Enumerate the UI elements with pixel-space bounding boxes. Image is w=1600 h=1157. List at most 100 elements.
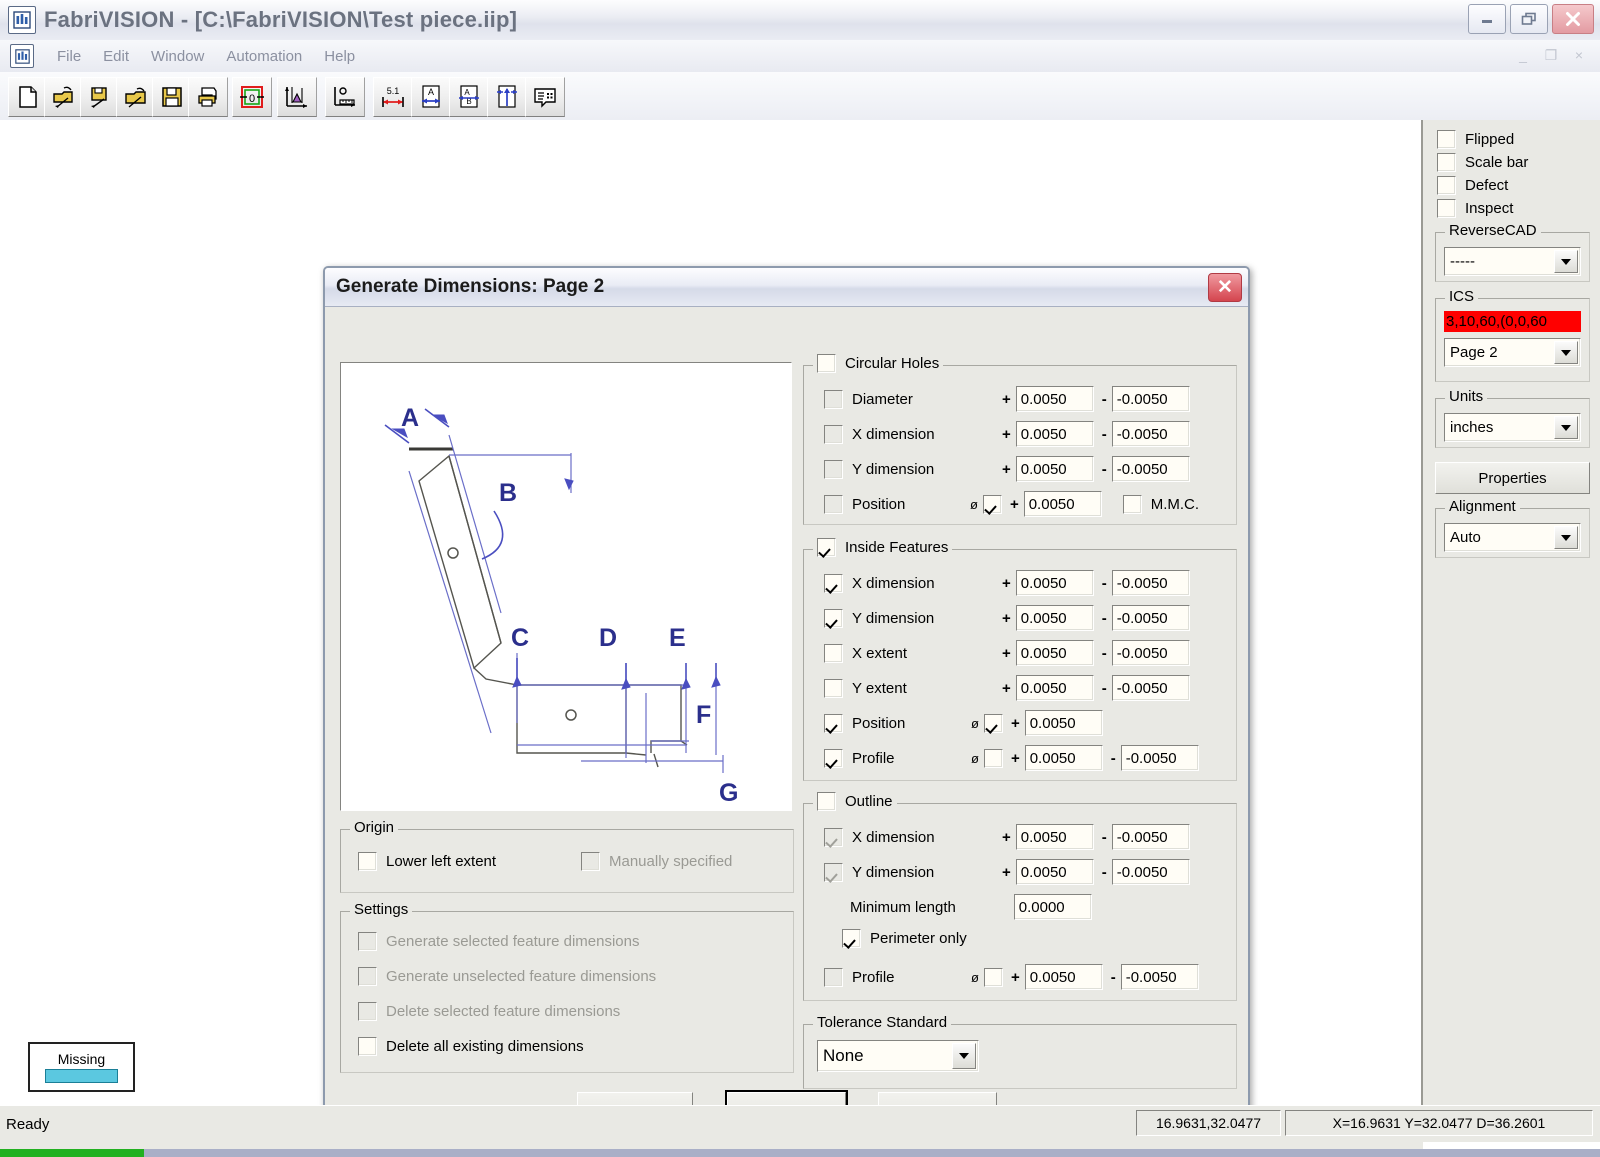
open-file-icon[interactable] <box>116 77 156 117</box>
inside-y-dimension-minus-field[interactable]: -0.0050 <box>1112 605 1190 631</box>
mdi-minimize-button[interactable]: _ <box>1510 44 1536 66</box>
checkbox-flipped[interactable]: Flipped <box>1437 130 1600 149</box>
checkbox-scale-bar[interactable]: Scale bar <box>1437 153 1600 172</box>
inspect-checkbox[interactable] <box>1437 199 1456 218</box>
inside-y-dimension-checkbox[interactable] <box>824 609 843 628</box>
inside-y-extent-checkbox[interactable] <box>824 679 843 698</box>
outline-y-dimension-minus-field[interactable]: -0.0050 <box>1112 859 1190 885</box>
chevron-down-icon[interactable] <box>1554 341 1578 364</box>
circular-x-dimension-minus-field[interactable]: -0.0050 <box>1112 421 1190 447</box>
circular-diameter-minus-field[interactable]: -0.0050 <box>1112 386 1190 412</box>
circular-x-dimension-plus-field[interactable]: 0.0050 <box>1016 421 1094 447</box>
inside-features-checkbox[interactable] <box>817 538 836 557</box>
outline-y-dimension-plus-field[interactable]: 0.0050 <box>1016 859 1094 885</box>
circular-holes-checkbox[interactable] <box>817 354 836 373</box>
checkbox-perimeter-only[interactable]: Perimeter only <box>842 929 967 948</box>
print-icon[interactable] <box>188 77 228 117</box>
properties-button[interactable]: Properties <box>1435 462 1590 494</box>
defect-checkbox[interactable] <box>1437 176 1456 195</box>
linear-dimension-icon[interactable]: 5.1 <box>373 77 413 117</box>
outline-profile-minus-field[interactable]: -0.0050 <box>1121 964 1199 990</box>
inside-profile-diameter-checkbox[interactable] <box>984 749 1003 768</box>
vertical-dimension-icon[interactable] <box>487 77 527 117</box>
circular-y-dimension-minus-field[interactable]: -0.0050 <box>1112 456 1190 482</box>
outline-profile-plus-field[interactable]: 0.0050 <box>1025 964 1103 990</box>
zero-part-icon[interactable]: 0 <box>232 77 272 117</box>
outline-group-toggle[interactable]: Outline <box>813 792 897 811</box>
flipped-checkbox[interactable] <box>1437 130 1456 149</box>
document-logo-icon[interactable] <box>10 44 34 68</box>
ics-page-dropdown[interactable]: Page 2 <box>1444 338 1581 367</box>
circular-y-dimension-plus-field[interactable]: 0.0050 <box>1016 456 1094 482</box>
outline-profile-diameter-checkbox[interactable] <box>984 968 1003 987</box>
new-document-icon[interactable] <box>8 77 48 117</box>
inside-position-diameter-checkbox[interactable] <box>984 714 1003 733</box>
drawing-preview[interactable]: A B C D E F G <box>340 362 792 811</box>
reversecad-dropdown[interactable]: ----- <box>1444 247 1581 276</box>
feature-dimension-icon[interactable]: A B <box>449 77 489 117</box>
circular-position-plus-field[interactable]: 0.0050 <box>1024 491 1102 517</box>
chevron-down-icon[interactable] <box>1554 250 1578 273</box>
menu-item-file[interactable]: File <box>46 46 92 67</box>
inside-y-dimension-plus-field[interactable]: 0.0050 <box>1016 605 1094 631</box>
chevron-down-icon[interactable] <box>952 1043 976 1069</box>
inside-profile-minus-field[interactable]: -0.0050 <box>1121 745 1199 771</box>
inside-position-checkbox[interactable] <box>824 714 843 733</box>
circular-position-diameter-checkbox[interactable] <box>983 495 1002 514</box>
open-scan-icon[interactable] <box>44 77 84 117</box>
inside-x-extent-minus-field[interactable]: -0.0050 <box>1112 640 1190 666</box>
missing-badge[interactable]: Missing <box>28 1042 135 1092</box>
units-dropdown[interactable]: inches <box>1444 413 1581 442</box>
circular-diameter-plus-field[interactable]: 0.0050 <box>1016 386 1094 412</box>
minimum-length-field[interactable]: 0.0000 <box>1014 894 1092 920</box>
minimize-button[interactable] <box>1468 4 1506 34</box>
mmc-checkbox[interactable] <box>1123 495 1142 514</box>
axes-icon[interactable] <box>277 77 317 117</box>
inside-x-extent-checkbox[interactable] <box>824 644 843 663</box>
measure-icon[interactable] <box>325 77 365 117</box>
scale-bar-checkbox[interactable] <box>1437 153 1456 172</box>
horizontal-scrollbar[interactable] <box>0 1141 1423 1149</box>
checkbox-delete-all-existing[interactable]: Delete all existing dimensions <box>358 1037 584 1056</box>
progress-bar-fill <box>0 1149 144 1157</box>
report-icon[interactable] <box>525 77 565 117</box>
delete-all-existing-checkbox[interactable] <box>358 1037 377 1056</box>
mdi-close-button[interactable]: × <box>1566 44 1592 66</box>
inside-profile-plus-field[interactable]: 0.0050 <box>1025 745 1103 771</box>
mdi-restore-button[interactable]: ❐ <box>1538 44 1564 66</box>
restore-button[interactable] <box>1510 4 1548 34</box>
chevron-down-icon[interactable] <box>1554 416 1578 439</box>
lower-left-extent-checkbox[interactable] <box>358 852 377 871</box>
alignment-dropdown[interactable]: Auto <box>1444 523 1581 552</box>
menu-item-edit[interactable]: Edit <box>92 46 140 67</box>
inside-x-dimension-minus-field[interactable]: -0.0050 <box>1112 570 1190 596</box>
inside-x-dimension-checkbox[interactable] <box>824 574 843 593</box>
inside-x-extent-plus-field[interactable]: 0.0050 <box>1016 640 1094 666</box>
perimeter-only-checkbox[interactable] <box>842 929 861 948</box>
circular-holes-group-toggle[interactable]: Circular Holes <box>813 354 943 373</box>
plus-sign: + <box>1002 864 1011 881</box>
checkbox-lower-left-extent[interactable]: Lower left extent <box>358 852 496 871</box>
checkbox-defect[interactable]: Defect <box>1437 176 1600 195</box>
inside-profile-checkbox[interactable] <box>824 749 843 768</box>
inside-x-dimension-label: X dimension <box>852 575 1002 592</box>
horizontal-dimension-icon[interactable]: A <box>411 77 451 117</box>
inside-y-extent-minus-field[interactable]: -0.0050 <box>1112 675 1190 701</box>
close-button[interactable] <box>1552 4 1594 34</box>
checkbox-inspect[interactable]: Inspect <box>1437 199 1600 218</box>
inside-features-group-toggle[interactable]: Inside Features <box>813 538 952 557</box>
tolerance-standard-dropdown[interactable]: None <box>817 1040 979 1072</box>
inside-y-extent-plus-field[interactable]: 0.0050 <box>1016 675 1094 701</box>
outline-x-dimension-plus-field[interactable]: 0.0050 <box>1016 824 1094 850</box>
save-scan-icon[interactable] <box>80 77 120 117</box>
menu-item-automation[interactable]: Automation <box>215 46 313 67</box>
outline-x-dimension-minus-field[interactable]: -0.0050 <box>1112 824 1190 850</box>
chevron-down-icon[interactable] <box>1554 526 1578 549</box>
menu-item-window[interactable]: Window <box>140 46 215 67</box>
menu-item-help[interactable]: Help <box>313 46 366 67</box>
inside-x-dimension-plus-field[interactable]: 0.0050 <box>1016 570 1094 596</box>
outline-checkbox[interactable] <box>817 792 836 811</box>
save-file-icon[interactable] <box>152 77 192 117</box>
dialog-close-button[interactable]: ✕ <box>1208 273 1242 302</box>
inside-position-plus-field[interactable]: 0.0050 <box>1025 710 1103 736</box>
